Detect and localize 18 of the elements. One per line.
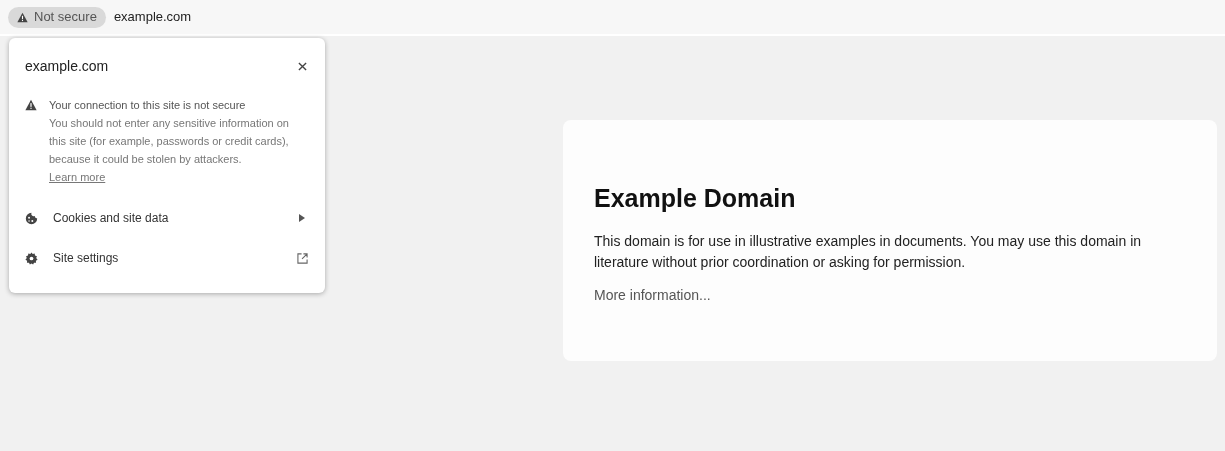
warning-heading: Your connection to this site is not secure — [49, 98, 247, 113]
warning-text: You should not enter any sensitive information on this site (for example, passwords or credit cards), because it could be stolen by attackers. — [49, 116, 290, 167]
menu-item[interactable]: Site settings — [25, 238, 309, 278]
close-icon[interactable] — [298, 62, 307, 71]
page-heading: Example Domain — [594, 183, 797, 214]
url-text: example.com — [113, 8, 192, 27]
warning-icon — [25, 99, 37, 111]
page-description: This domain is for use in illustrative examples in documents. You may use this domain in literature without prior coordination or asking for permission. — [594, 232, 1143, 272]
warning-icon — [17, 11, 28, 23]
more-information-link[interactable]: More information... — [594, 285, 711, 306]
security-chip[interactable]: Not secure — [8, 6, 106, 28]
cookie-icon — [25, 211, 38, 225]
popup-title: example.com — [25, 57, 109, 76]
settings-icon — [25, 251, 38, 265]
menu-item[interactable]: Cookies and site data — [25, 198, 309, 238]
external-link-icon — [296, 252, 308, 264]
learn-more-link[interactable]: Learn more — [49, 168, 106, 186]
caret-icon — [299, 214, 305, 222]
